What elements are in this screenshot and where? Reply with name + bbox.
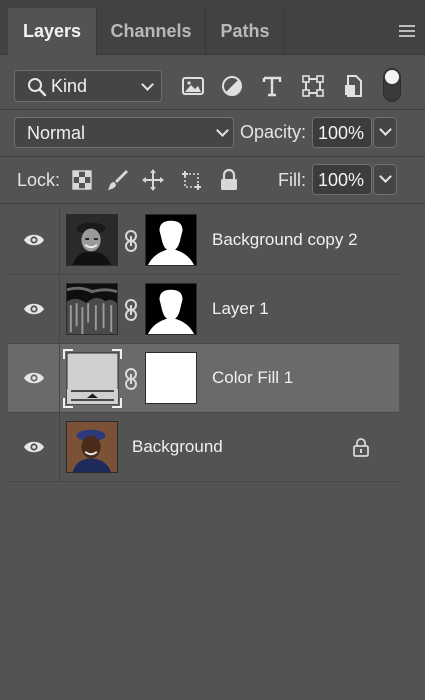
layer-name[interactable]: Background xyxy=(132,437,223,457)
filter-toggle[interactable] xyxy=(383,68,401,102)
image-filter-icon[interactable] xyxy=(180,73,206,99)
tab-channels[interactable]: Channels xyxy=(97,8,205,55)
list-gutter xyxy=(399,206,425,482)
divider xyxy=(0,156,425,157)
layer-name[interactable]: Background copy 2 xyxy=(212,230,358,250)
lock-artboard-icon[interactable] xyxy=(179,168,203,192)
visibility-cell[interactable] xyxy=(8,206,60,274)
eye-icon[interactable] xyxy=(23,233,45,247)
layer-row[interactable]: Layer 1 xyxy=(8,275,399,344)
fill-dropdown[interactable] xyxy=(373,164,397,195)
layer-row[interactable]: Background xyxy=(8,413,399,482)
layers-list: Background copy 2 Layer 1 Color Fill 1 B… xyxy=(8,206,399,482)
toggle-knob xyxy=(385,70,399,84)
lock-all-icon[interactable] xyxy=(217,168,241,192)
adjustment-filter-icon[interactable] xyxy=(219,73,245,99)
divider xyxy=(0,109,425,110)
link-icon[interactable] xyxy=(124,299,138,321)
lock-icon[interactable] xyxy=(352,437,370,457)
layer-thumbnail[interactable] xyxy=(66,214,118,266)
divider xyxy=(0,203,425,204)
panel-tab-bar: Layers Channels Paths xyxy=(0,0,425,55)
shape-filter-icon[interactable] xyxy=(300,73,326,99)
blend-mode-select[interactable]: Normal xyxy=(14,117,234,148)
layer-thumbnail[interactable] xyxy=(66,421,118,473)
lock-image-pixels-icon[interactable] xyxy=(106,168,130,192)
blend-mode-value: Normal xyxy=(27,123,86,143)
visibility-cell[interactable] xyxy=(8,275,60,343)
layer-row-selected[interactable]: Color Fill 1 xyxy=(8,344,399,413)
chevron-down-icon xyxy=(379,123,392,136)
eye-icon[interactable] xyxy=(23,302,45,316)
lock-label: Lock: xyxy=(17,170,61,190)
layer-mask-thumbnail[interactable] xyxy=(145,283,197,335)
link-icon[interactable] xyxy=(124,230,138,252)
panel-menu-icon[interactable] xyxy=(399,25,415,37)
fill-label: Fill: xyxy=(278,170,306,190)
chevron-down-icon xyxy=(379,170,392,183)
fill-value: 100% xyxy=(318,170,365,190)
tab-layers[interactable]: Layers xyxy=(8,8,96,55)
search-icon xyxy=(28,78,47,97)
visibility-cell[interactable] xyxy=(8,344,60,412)
fill-input[interactable]: 100% xyxy=(312,164,372,195)
eye-icon[interactable] xyxy=(23,440,45,454)
layers-panel: Layers Channels Paths Kind Normal Opacit… xyxy=(0,0,425,700)
layer-mask-thumbnail[interactable] xyxy=(145,214,197,266)
chevron-down-icon xyxy=(216,124,229,137)
filter-kind-label: Kind xyxy=(51,76,88,96)
chevron-down-icon xyxy=(141,78,154,91)
type-filter-icon[interactable] xyxy=(259,73,285,99)
eye-icon[interactable] xyxy=(23,371,45,385)
layer-row[interactable]: Background copy 2 xyxy=(8,206,399,275)
opacity-input[interactable]: 100% xyxy=(312,117,372,148)
smart-object-filter-icon[interactable] xyxy=(341,73,367,99)
lock-position-icon[interactable] xyxy=(141,168,165,192)
fill-layer-thumbnail[interactable] xyxy=(63,349,122,408)
opacity-dropdown[interactable] xyxy=(373,117,397,148)
tab-divider xyxy=(284,8,285,55)
visibility-cell[interactable] xyxy=(8,413,60,481)
tab-paths[interactable]: Paths xyxy=(206,8,284,55)
layer-name[interactable]: Layer 1 xyxy=(212,299,269,319)
link-icon[interactable] xyxy=(124,368,138,390)
layer-thumbnail[interactable] xyxy=(66,283,118,335)
filter-kind-select[interactable]: Kind xyxy=(14,70,162,102)
layer-name[interactable]: Color Fill 1 xyxy=(212,368,293,388)
lock-transparent-pixels-icon[interactable] xyxy=(70,168,94,192)
layer-mask-thumbnail[interactable] xyxy=(145,352,197,404)
opacity-value: 100% xyxy=(318,123,365,143)
opacity-label: Opacity: xyxy=(240,122,307,142)
